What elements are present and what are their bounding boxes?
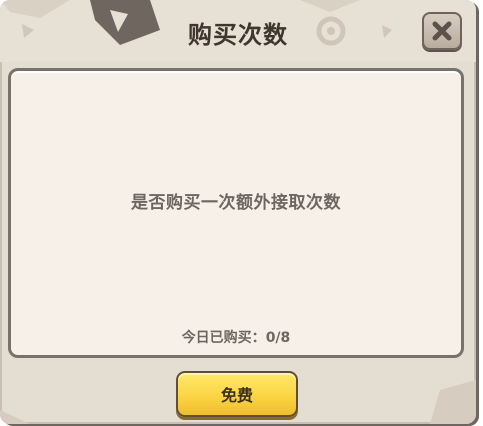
purchase-dialog: 购买次数 是否购买一次额外接取次数 今日已购买：0/8 免费 (0, 0, 476, 424)
close-icon (432, 21, 452, 41)
purchase-message: 是否购买一次额外接取次数 (131, 193, 341, 213)
content-panel: 是否购买一次额外接取次数 今日已购买：0/8 (8, 68, 464, 358)
purchased-today-row: 今日已购买：0/8 (11, 327, 461, 347)
purchased-today-label: 今日已购买： (181, 330, 266, 346)
close-button[interactable] (422, 12, 462, 50)
purchased-today-count: 0/8 (265, 330, 291, 346)
dialog-title: 购买次数 (188, 21, 288, 49)
free-button[interactable]: 免费 (176, 371, 298, 417)
